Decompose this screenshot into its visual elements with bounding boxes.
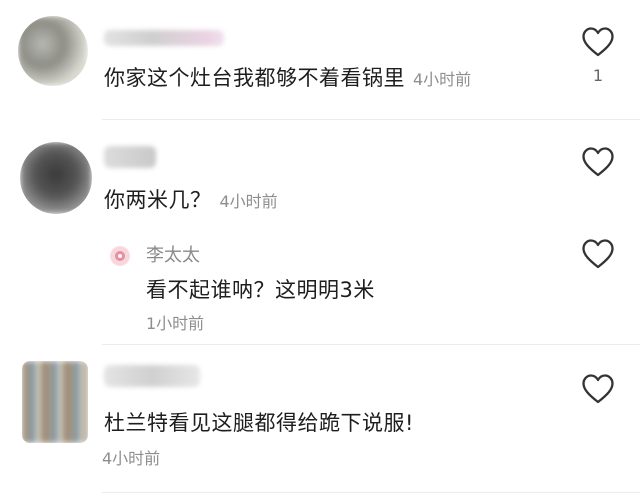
username-blurred[interactable]	[104, 30, 224, 46]
avatar[interactable]	[22, 361, 88, 443]
comment-time: 4小时前	[219, 192, 278, 211]
reply-avatar[interactable]	[110, 246, 130, 266]
comment-text: 你家这个灶台我都够不着看锅里 4小时前	[104, 66, 472, 90]
reply-username[interactable]: 李太太	[146, 241, 200, 267]
reply-avatar-image	[111, 247, 129, 265]
reply-text: 看不起谁呐？这明明3米	[146, 278, 375, 302]
comment-time: 4小时前	[102, 449, 161, 468]
comment-2: 你两米几？ 4小时前 李太太 看不起谁呐？这明明3米 1小时前	[0, 120, 640, 344]
comment-text: 你两米几？ 4小时前	[104, 188, 278, 212]
reply-time: 1小时前	[146, 314, 205, 333]
divider	[102, 492, 640, 493]
comment-text: 杜兰特看见这腿都得给跪下说服!	[104, 411, 414, 435]
like-count: 1	[592, 66, 604, 85]
heart-outline-icon[interactable]	[581, 238, 615, 270]
heart-outline-icon[interactable]	[581, 26, 615, 58]
avatar[interactable]	[18, 16, 88, 86]
avatar[interactable]	[20, 142, 92, 214]
comment-time: 4小时前	[413, 70, 472, 89]
comment-3: 杜兰特看见这腿都得给跪下说服! 4小时前	[0, 345, 640, 501]
username-blurred[interactable]	[104, 365, 200, 387]
comment-1: 你家这个灶台我都够不着看锅里 4小时前 1	[0, 0, 640, 118]
heart-outline-icon[interactable]	[581, 146, 615, 178]
heart-outline-icon[interactable]	[581, 373, 615, 405]
username-blurred[interactable]	[104, 146, 156, 168]
